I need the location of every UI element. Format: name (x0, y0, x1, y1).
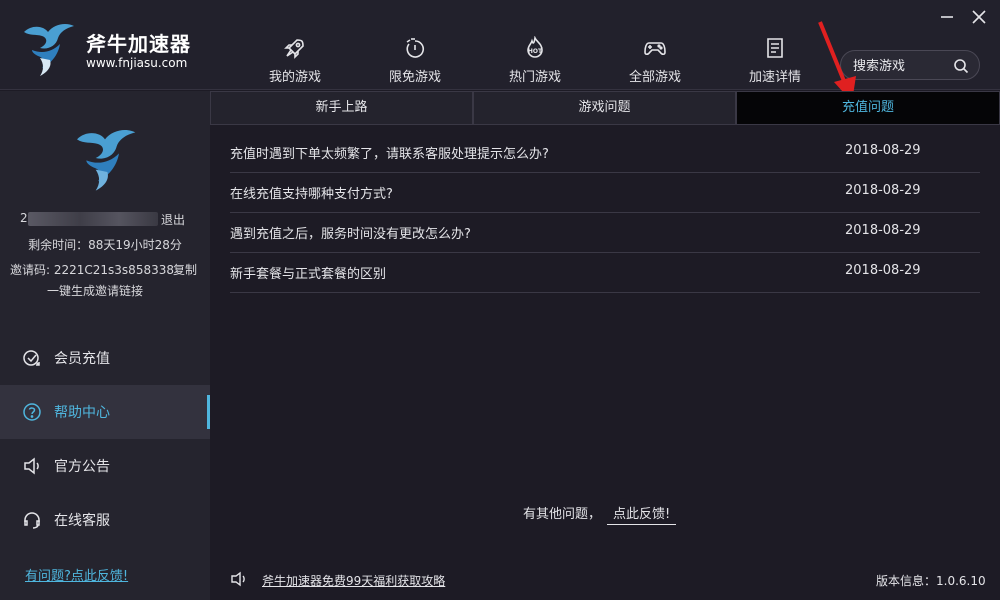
other-question-text: 有其他问题， (523, 507, 602, 522)
faq-date: 2018-08-29 (845, 143, 921, 158)
nav-speed-details[interactable]: 加速详情 (725, 36, 825, 86)
blurred-username (28, 212, 158, 226)
invite-row: 邀请码: 2221C21s3s858338 复制 (10, 261, 205, 278)
bull-logo-icon (24, 24, 74, 76)
nav-my-games[interactable]: 我的游戏 (245, 36, 345, 86)
promo-link[interactable]: 斧牛加速器免费99天福利获取攻略 (262, 572, 445, 589)
recharge-icon (23, 350, 40, 366)
tab-game-issues[interactable]: 游戏问题 (473, 91, 736, 125)
sidebar-item-label: 会员充值 (54, 351, 110, 367)
faq-question: 新手套餐与正式套餐的区别 (230, 267, 387, 282)
user-name: 2 (20, 211, 28, 225)
app-url: www.fnjiasu.com (86, 56, 188, 70)
nav-label: 我的游戏 (268, 70, 321, 85)
nav-label: 加速详情 (748, 70, 801, 85)
minimize-icon[interactable] (938, 8, 956, 26)
search-icon[interactable] (953, 58, 969, 74)
headset-icon (24, 512, 40, 529)
sidebar: 2 退出 剩余时间：88天19小时28分 邀请码: 2221C21s3s8583… (0, 91, 210, 600)
sidebar-item-help[interactable]: 帮助中心 (0, 385, 210, 439)
help-tabs: 新手上路 游戏问题 充值问题 (210, 91, 1000, 125)
faq-row[interactable]: 在线充值支持哪种支付方式? 2018-08-29 (230, 173, 980, 213)
faq-question: 在线充值支持哪种支付方式? (230, 187, 393, 202)
faq-row[interactable]: 遇到充值之后，服务时间没有更改怎么办? 2018-08-29 (230, 213, 980, 253)
document-icon (767, 38, 783, 58)
timer-icon (406, 38, 425, 58)
faq-list: 充值时遇到下单太频繁了，请联系客服处理提示怎么办? 2018-08-29 在线充… (230, 133, 980, 293)
nav-label: 全部游戏 (628, 70, 681, 85)
invite-code: 邀请码: 2221C21s3s858338 (10, 263, 174, 277)
sidebar-item-recharge[interactable]: 会员充值 (0, 331, 210, 385)
remaining-time: 剩余时间：88天19小时28分 (28, 238, 182, 252)
app-title: 斧牛加速器 (86, 32, 191, 56)
other-feedback-link[interactable]: 点此反馈! (607, 503, 677, 525)
generate-invite-link[interactable]: 一键生成邀请链接 (0, 282, 190, 299)
rocket-icon (284, 39, 304, 59)
avatar (77, 130, 136, 191)
nav-free-games[interactable]: 限免游戏 (365, 36, 465, 86)
user-row: 2 退出 (20, 211, 200, 229)
version-info: 版本信息：1.0.6.10 (876, 574, 986, 588)
faq-question: 遇到充值之后，服务时间没有更改怎么办? (230, 227, 471, 242)
nav-hot-games[interactable]: HOT 热门游戏 (485, 36, 585, 86)
feedback-link[interactable]: 有问题?点此反馈! (25, 565, 128, 584)
logout-button[interactable]: 退出 (161, 211, 185, 228)
help-icon (23, 403, 41, 421)
hot-icon: HOT (527, 36, 543, 58)
faq-date: 2018-08-29 (845, 183, 921, 198)
svg-text:HOT: HOT (528, 48, 543, 55)
app-logo: 斧牛加速器 www.fnjiasu.com (18, 18, 198, 78)
nav-label: 热门游戏 (508, 70, 561, 85)
tab-recharge-issues[interactable]: 充值问题 (736, 91, 1000, 125)
close-icon[interactable] (970, 8, 988, 26)
faq-date: 2018-08-29 (845, 223, 921, 238)
faq-row[interactable]: 充值时遇到下单太频繁了，请联系客服处理提示怎么办? 2018-08-29 (230, 133, 980, 173)
nav-label: 限免游戏 (388, 70, 441, 85)
speaker-icon (231, 571, 245, 587)
app-window: 斧牛加速器 www.fnjiasu.com 我的游戏 限免游戏 HOT 热门游戏… (0, 0, 1000, 600)
faq-row[interactable]: 新手套餐与正式套餐的区别 2018-08-29 (230, 253, 980, 293)
tab-beginner[interactable]: 新手上路 (210, 91, 473, 125)
faq-question: 充值时遇到下单太频繁了，请联系客服处理提示怎么办? (230, 147, 549, 162)
copy-button[interactable]: 复制 (173, 261, 197, 278)
speaker-icon (24, 457, 39, 475)
sidebar-item-label: 在线客服 (54, 513, 110, 529)
nav-all-games[interactable]: 全部游戏 (605, 36, 705, 86)
search-input[interactable] (853, 57, 949, 75)
sidebar-item-label: 官方公告 (54, 459, 110, 475)
sidebar-item-support[interactable]: 在线客服 (0, 493, 210, 547)
sidebar-item-label: 帮助中心 (54, 405, 110, 421)
gamepad-icon (644, 42, 666, 56)
faq-date: 2018-08-29 (845, 263, 921, 278)
sidebar-item-announcements[interactable]: 官方公告 (0, 439, 210, 493)
